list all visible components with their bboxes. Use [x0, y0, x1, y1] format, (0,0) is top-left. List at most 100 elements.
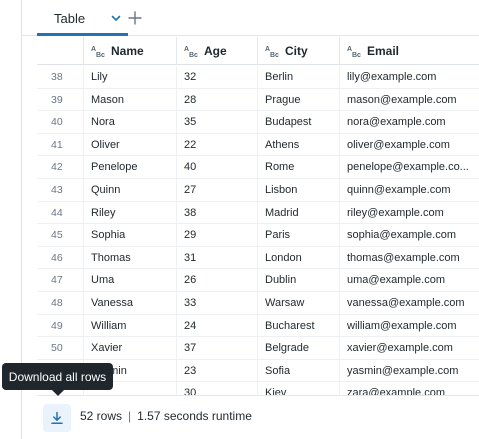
- table-row[interactable]: 46 Thomas 31 London thomas@example.com: [37, 246, 479, 270]
- chevron-down-icon[interactable]: [109, 11, 123, 25]
- cell-city: Paris: [257, 224, 339, 247]
- cell-email-text: sophia@example.com: [347, 229, 456, 242]
- cell-city-text: Budapest: [265, 116, 312, 129]
- cell-email-text: yasmin@example.com: [347, 364, 459, 377]
- table-row[interactable]: 48 Vanessa 33 Warsaw vanessa@example.com: [37, 292, 479, 315]
- cell-name: Nora: [83, 111, 176, 134]
- cell-age: 28: [176, 88, 257, 111]
- results-table: A B c Name A B c Age A B c City A B c Em…: [37, 37, 479, 395]
- cell-name: Penelope: [83, 156, 176, 179]
- table-row[interactable]: 41 Oliver 22 Athens oliver@example.com: [37, 133, 479, 157]
- cell-idx: 39: [37, 89, 83, 111]
- svg-text:c: c: [275, 52, 279, 58]
- cell-idx-text: 49: [51, 319, 63, 332]
- column-label: Email: [367, 44, 400, 58]
- cell-age: 32: [176, 66, 257, 88]
- plus-icon[interactable]: [125, 8, 145, 28]
- table-row[interactable]: 44 Riley 38 Madrid riley@example.com: [37, 201, 479, 225]
- cell-idx: 40: [37, 111, 83, 133]
- cell-city-text: Lisbon: [265, 184, 298, 196]
- cell-idx-text: 45: [51, 229, 63, 242]
- column-header-city[interactable]: A B c City: [257, 37, 339, 65]
- table-row[interactable]: 39 Mason 28 Prague mason@example.com: [37, 88, 479, 112]
- column-header-age[interactable]: A B c Age: [176, 37, 257, 65]
- cell-age: 35: [176, 111, 257, 134]
- table-row[interactable]: 38 Lily 32 Berlin lily@example.com: [37, 66, 479, 89]
- results-footer: 52 rows | 1.57 seconds runtime: [37, 395, 479, 439]
- table-row[interactable]: 47 Uma 26 Dublin uma@example.com: [37, 269, 479, 292]
- cell-city-text: Sofia: [265, 364, 291, 377]
- download-button[interactable]: [43, 404, 71, 432]
- cell-idx: 45: [37, 224, 83, 246]
- cell-email: vanessa@example.com: [339, 292, 479, 314]
- cell-age: 23: [176, 359, 257, 382]
- cell-idx: 49: [37, 315, 83, 337]
- cell-city-text: Belgrade: [265, 342, 310, 355]
- cell-city: Prague: [257, 88, 339, 111]
- column-header-name[interactable]: A B c Name: [83, 37, 176, 65]
- cell-city: Dublin: [257, 269, 339, 292]
- cell-city-text: Dublin: [265, 274, 297, 287]
- cell-email: quinn@example.com: [339, 179, 479, 201]
- cell-age-text: 40: [184, 161, 197, 174]
- cell-name: William: [83, 314, 176, 337]
- cell-idx: 42: [37, 156, 83, 178]
- cell-email: uma@example.com: [339, 269, 479, 292]
- runtime: 1.57 seconds runtime: [137, 409, 252, 423]
- table-row[interactable]: 49 William 24 Bucharest william@example.com: [37, 314, 479, 338]
- cell-city-text: Prague: [265, 93, 301, 106]
- cell-age: 31: [176, 246, 257, 269]
- cell-city: Sofia: [257, 359, 339, 382]
- cell-email-text: mason@example.com: [347, 93, 457, 106]
- cell-idx: 50: [37, 337, 83, 359]
- table-row[interactable]: 50 Xavier 37 Belgrade xavier@example.com: [37, 337, 479, 360]
- column-header-email[interactable]: A B c Email: [339, 37, 479, 65]
- cell-email: lily@example.com: [339, 66, 479, 88]
- cell-email-text: william@example.com: [347, 319, 457, 332]
- download-tooltip: Download all rows: [2, 363, 113, 390]
- tooltip-arrow: [52, 390, 64, 396]
- cell-idx: 44: [37, 202, 83, 224]
- cell-name-text: Uma: [91, 274, 115, 287]
- svg-text:c: c: [357, 52, 361, 58]
- cell-email: sophia@example.com: [339, 224, 479, 247]
- cell-age-text: 31: [184, 251, 197, 264]
- cell-email-text: lily@example.com: [347, 71, 437, 83]
- cell-idx-text: 38: [51, 71, 63, 83]
- cell-age-text: 37: [184, 342, 197, 355]
- column-label: Age: [204, 44, 227, 58]
- cell-email-text: oliver@example.com: [347, 138, 450, 151]
- cell-email: nora@example.com: [339, 111, 479, 134]
- cell-email: oliver@example.com: [339, 133, 479, 156]
- table-row[interactable]: 40 Nora 35 Budapest nora@example.com: [37, 111, 479, 134]
- cell-idx: 46: [37, 247, 83, 269]
- cell-name-text: Mason: [91, 93, 125, 106]
- cell-age: 29: [176, 224, 257, 247]
- cell-age-text: 27: [184, 184, 197, 196]
- cell-age-text: 28: [184, 93, 197, 106]
- cell-city: Belgrade: [257, 337, 339, 360]
- cell-idx-text: 41: [51, 138, 63, 151]
- cell-city: Berlin: [257, 66, 339, 88]
- cell-name: Mason: [83, 88, 176, 111]
- cell-age: 33: [176, 292, 257, 314]
- cell-name-text: Nora: [91, 116, 115, 129]
- cell-city-text: Kiev: [265, 387, 287, 395]
- cell-city: London: [257, 246, 339, 269]
- cell-city-text: Warsaw: [265, 297, 305, 309]
- download-icon: [51, 411, 63, 425]
- cell-name-text: Lily: [91, 71, 108, 83]
- cell-name-text: Oliver: [91, 138, 120, 151]
- table-row[interactable]: 43 Quinn 27 Lisbon quinn@example.com: [37, 179, 479, 202]
- cell-age-text: 38: [184, 206, 197, 219]
- cell-age-text: 24: [184, 319, 197, 332]
- table-row[interactable]: 45 Sophia 29 Paris sophia@example.com: [37, 224, 479, 247]
- cell-age-text: 33: [184, 297, 197, 309]
- cell-email: mason@example.com: [339, 88, 479, 111]
- row-index-header: [37, 37, 83, 65]
- table-row[interactable]: 42 Penelope 40 Rome penelope@example.co...: [37, 156, 479, 179]
- tab-table[interactable]: Table: [37, 0, 121, 36]
- cell-idx: 41: [37, 134, 83, 156]
- cell-name-text: Sophia: [91, 229, 126, 242]
- cell-age-text: 35: [184, 116, 197, 129]
